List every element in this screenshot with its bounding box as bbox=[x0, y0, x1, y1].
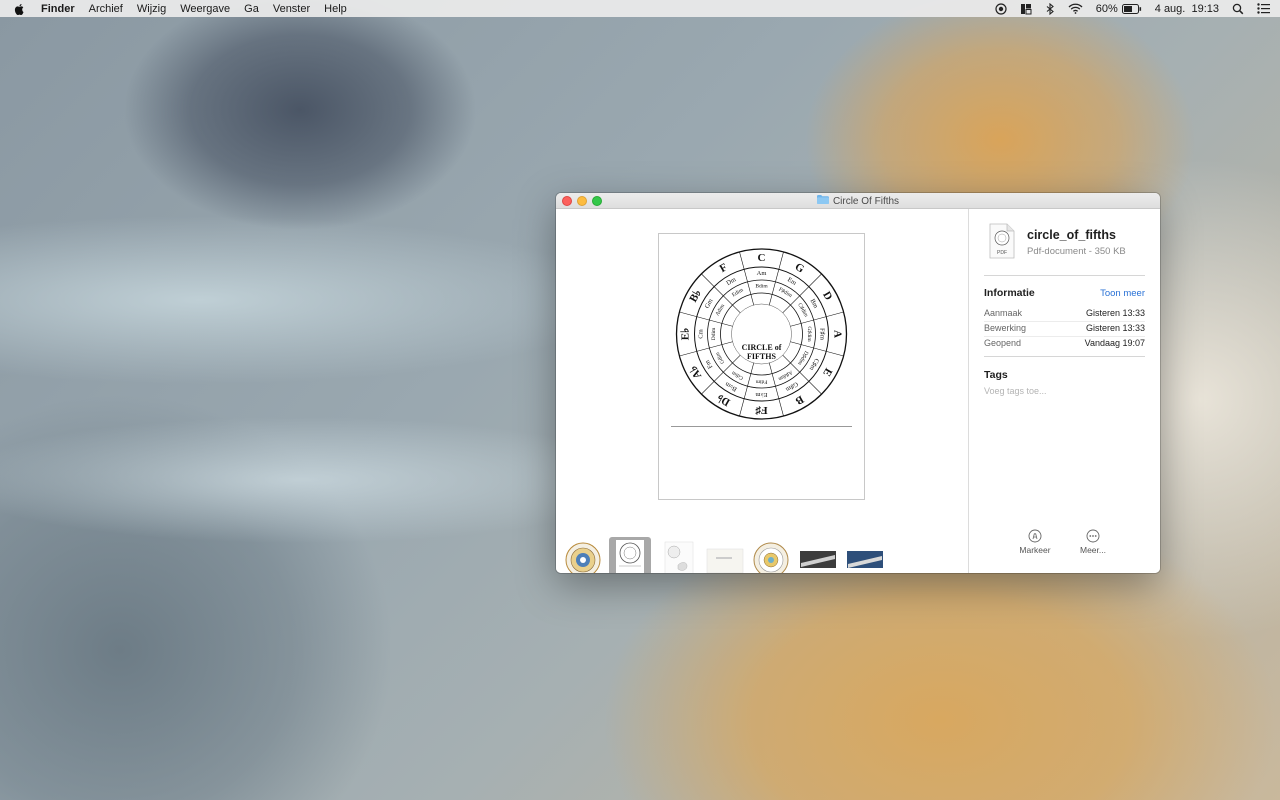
info-row-opened: Geopend Vandaag 19:07 bbox=[984, 338, 1145, 352]
wifi-icon[interactable] bbox=[1068, 3, 1083, 14]
bluetooth-icon[interactable] bbox=[1045, 2, 1055, 15]
page-divider-line bbox=[671, 426, 852, 427]
info-row-modified: Bewerking Gisteren 13:33 bbox=[984, 323, 1145, 337]
major-key-label: F♯ bbox=[755, 404, 768, 416]
dim-chord-label: Ddim bbox=[711, 327, 717, 340]
file-name: circle_of_fifths bbox=[1027, 228, 1116, 242]
menu-venster[interactable]: Venster bbox=[273, 3, 310, 15]
markup-label: Markeer bbox=[1019, 545, 1051, 555]
window-title-text: Circle Of Fifths bbox=[832, 195, 900, 207]
thumbnail-1[interactable] bbox=[564, 541, 602, 573]
dim-chord-label: Bdim bbox=[755, 284, 768, 290]
battery-status[interactable]: 60% bbox=[1096, 3, 1142, 15]
major-key-label: C bbox=[758, 252, 766, 264]
info-heading: Informatie bbox=[984, 287, 1035, 299]
screen-record-icon[interactable] bbox=[995, 2, 1007, 15]
info-row-label: Aanmaak bbox=[984, 308, 1023, 318]
battery-icon bbox=[1121, 3, 1142, 14]
display-mirror-icon[interactable] bbox=[1020, 3, 1032, 15]
pdf-file-icon: PDF bbox=[988, 223, 1016, 264]
notification-center-icon[interactable] bbox=[1257, 3, 1270, 14]
battery-percent: 60% bbox=[1095, 2, 1118, 15]
minor-key-label: Cm bbox=[698, 329, 705, 338]
document-preview-area[interactable]: C G D A E B F♯ D♭ A♭ E♭ B♭ F Am Em Bm F♯m C♯m G♯m E♭m B♭m F… bbox=[556, 209, 968, 573]
row-divider bbox=[984, 321, 1145, 322]
minor-key-label: Am bbox=[757, 270, 767, 277]
section-separator bbox=[984, 275, 1145, 276]
quick-look-window: Circle Of Fifths C G D A E B F♯ D♭ A♭ E♭ B♭ F Am Em B… bbox=[556, 193, 1160, 573]
tags-heading: Tags bbox=[984, 369, 1008, 381]
info-row-created: Aanmaak Gisteren 13:33 bbox=[984, 308, 1145, 322]
info-panel: PDF circle_of_fifths Pdf-document - 350 … bbox=[969, 209, 1160, 573]
menu-bar: Finder Archief Wijzig Weergave Ga Venste… bbox=[0, 0, 1280, 17]
minor-key-label: E♭m bbox=[755, 391, 767, 399]
circle-title-line2: FIFTHS bbox=[747, 352, 776, 361]
info-row-value: Gisteren 13:33 bbox=[1085, 323, 1145, 333]
markup-icon bbox=[1010, 529, 1060, 543]
thumbnail-3[interactable] bbox=[660, 541, 698, 573]
pdf-file-icon-label: PDF bbox=[997, 250, 1007, 256]
info-row-value: Gisteren 13:33 bbox=[1085, 308, 1145, 318]
menu-wijzig[interactable]: Wijzig bbox=[137, 3, 166, 15]
menu-archief[interactable]: Archief bbox=[89, 3, 123, 15]
thumbnail-4[interactable] bbox=[706, 541, 744, 573]
dim-chord-label: G♯dim bbox=[806, 326, 812, 342]
row-divider bbox=[984, 336, 1145, 337]
section-separator bbox=[984, 356, 1145, 357]
circle-of-fifths-diagram: CGDAEBF♯D♭A♭E♭B♭F AmEmBmF♯mC♯mG♯mE♭mB♭mF… bbox=[675, 248, 848, 420]
file-type-size: Pdf-document - 350 KB bbox=[1027, 246, 1126, 257]
more-icon bbox=[1068, 529, 1118, 543]
menu-finder[interactable]: Finder bbox=[41, 3, 75, 15]
major-key-label: A bbox=[832, 330, 844, 338]
title-bar[interactable]: Circle Of Fifths bbox=[556, 193, 1160, 209]
info-row-value: Vandaag 19:07 bbox=[1084, 338, 1145, 348]
info-row-label: Geopend bbox=[984, 338, 1022, 348]
window-title: Circle Of Fifths bbox=[556, 193, 1160, 209]
info-row-label: Bewerking bbox=[984, 323, 1027, 333]
menu-weergave[interactable]: Weergave bbox=[180, 3, 230, 15]
pdf-page-preview[interactable]: C G D A E B F♯ D♭ A♭ E♭ B♭ F Am Em Bm F♯m C♯m G♯m E♭m B♭m F… bbox=[658, 233, 865, 500]
menu-help[interactable]: Help bbox=[324, 3, 347, 15]
clock[interactable]: 4 aug. 19:13 bbox=[1155, 3, 1219, 15]
more-label: Meer... bbox=[1080, 545, 1106, 555]
folder-icon bbox=[816, 195, 829, 207]
major-key-label: E♭ bbox=[680, 328, 692, 341]
apple-menu-icon[interactable] bbox=[14, 3, 28, 15]
thumbnail-6[interactable] bbox=[799, 541, 837, 573]
thumbnail-5[interactable] bbox=[752, 541, 790, 573]
menu-ga[interactable]: Ga bbox=[244, 3, 259, 15]
dim-chord-label: Fdim bbox=[755, 379, 767, 385]
add-tags-field[interactable]: Voeg tags toe... bbox=[984, 386, 1047, 396]
thumbnail-7[interactable] bbox=[846, 541, 884, 573]
circle-title-line1: CIRCLE of bbox=[742, 343, 782, 352]
markup-button[interactable]: Markeer bbox=[1010, 529, 1060, 555]
thumbnail-2-selected[interactable] bbox=[609, 537, 651, 573]
minor-key-label: F♯m bbox=[819, 328, 826, 340]
more-button[interactable]: Meer... bbox=[1068, 529, 1118, 555]
spotlight-search-icon[interactable] bbox=[1232, 3, 1244, 15]
show-more-link[interactable]: Toon meer bbox=[1100, 288, 1145, 299]
